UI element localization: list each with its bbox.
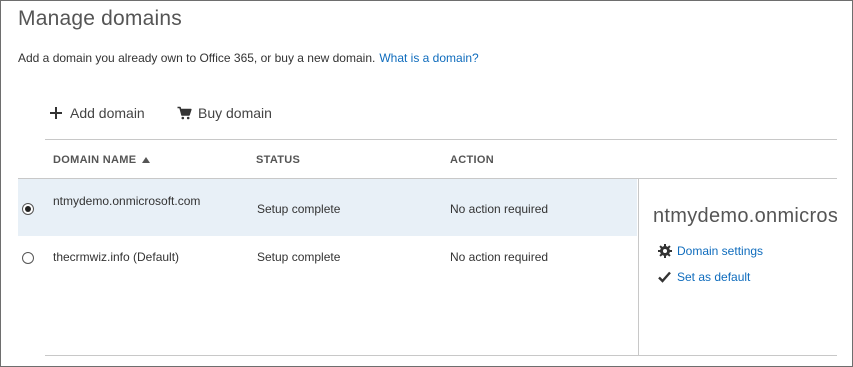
plus-icon [48, 105, 64, 121]
detail-pane-divider [638, 179, 639, 356]
row-radio[interactable] [22, 252, 34, 264]
table-top-divider [45, 139, 837, 140]
gear-icon [657, 243, 672, 258]
intro-text-row: Add a domain you already own to Office 3… [18, 51, 479, 65]
table-bottom-divider [45, 355, 837, 356]
table-row[interactable]: ntmydemo.onmicrosoft.com Setup complete … [18, 179, 637, 236]
row-radio-selected[interactable] [22, 203, 34, 215]
what-is-domain-link[interactable]: What is a domain? [379, 51, 478, 65]
add-domain-button[interactable]: Add domain [48, 103, 145, 123]
add-domain-label: Add domain [70, 105, 145, 121]
action-cell: No action required [450, 250, 549, 264]
column-header-domain-name[interactable]: DOMAIN NAME [53, 154, 151, 166]
status-cell: Setup complete [257, 202, 341, 216]
page-title: Manage domains [18, 7, 182, 30]
action-cell: No action required [450, 202, 549, 216]
table-row[interactable]: thecrmwiz.info (Default) Setup complete … [18, 237, 637, 277]
sort-asc-icon [142, 154, 151, 166]
intro-text: Add a domain you already own to Office 3… [18, 51, 376, 65]
status-cell: Setup complete [257, 250, 341, 264]
domain-settings-label: Domain settings [677, 243, 764, 258]
column-header-domain-name-label: DOMAIN NAME [53, 154, 137, 166]
cart-icon [176, 105, 192, 121]
set-as-default-link[interactable]: Set as default [657, 269, 750, 284]
column-header-status[interactable]: STATUS [256, 154, 300, 166]
check-icon [657, 269, 672, 284]
detail-pane-title: ntmydemo.onmicrosoft.com [653, 205, 837, 227]
domain-settings-link[interactable]: Domain settings [657, 243, 763, 258]
column-header-action[interactable]: ACTION [450, 154, 494, 166]
buy-domain-button[interactable]: Buy domain [176, 103, 272, 123]
manage-domains-panel: Manage domains Add a domain you already … [0, 0, 853, 367]
domain-name-cell: ntmydemo.onmicrosoft.com [53, 194, 201, 208]
domain-name-cell: thecrmwiz.info (Default) [53, 250, 180, 264]
set-as-default-label: Set as default [677, 269, 751, 284]
buy-domain-label: Buy domain [198, 105, 272, 121]
